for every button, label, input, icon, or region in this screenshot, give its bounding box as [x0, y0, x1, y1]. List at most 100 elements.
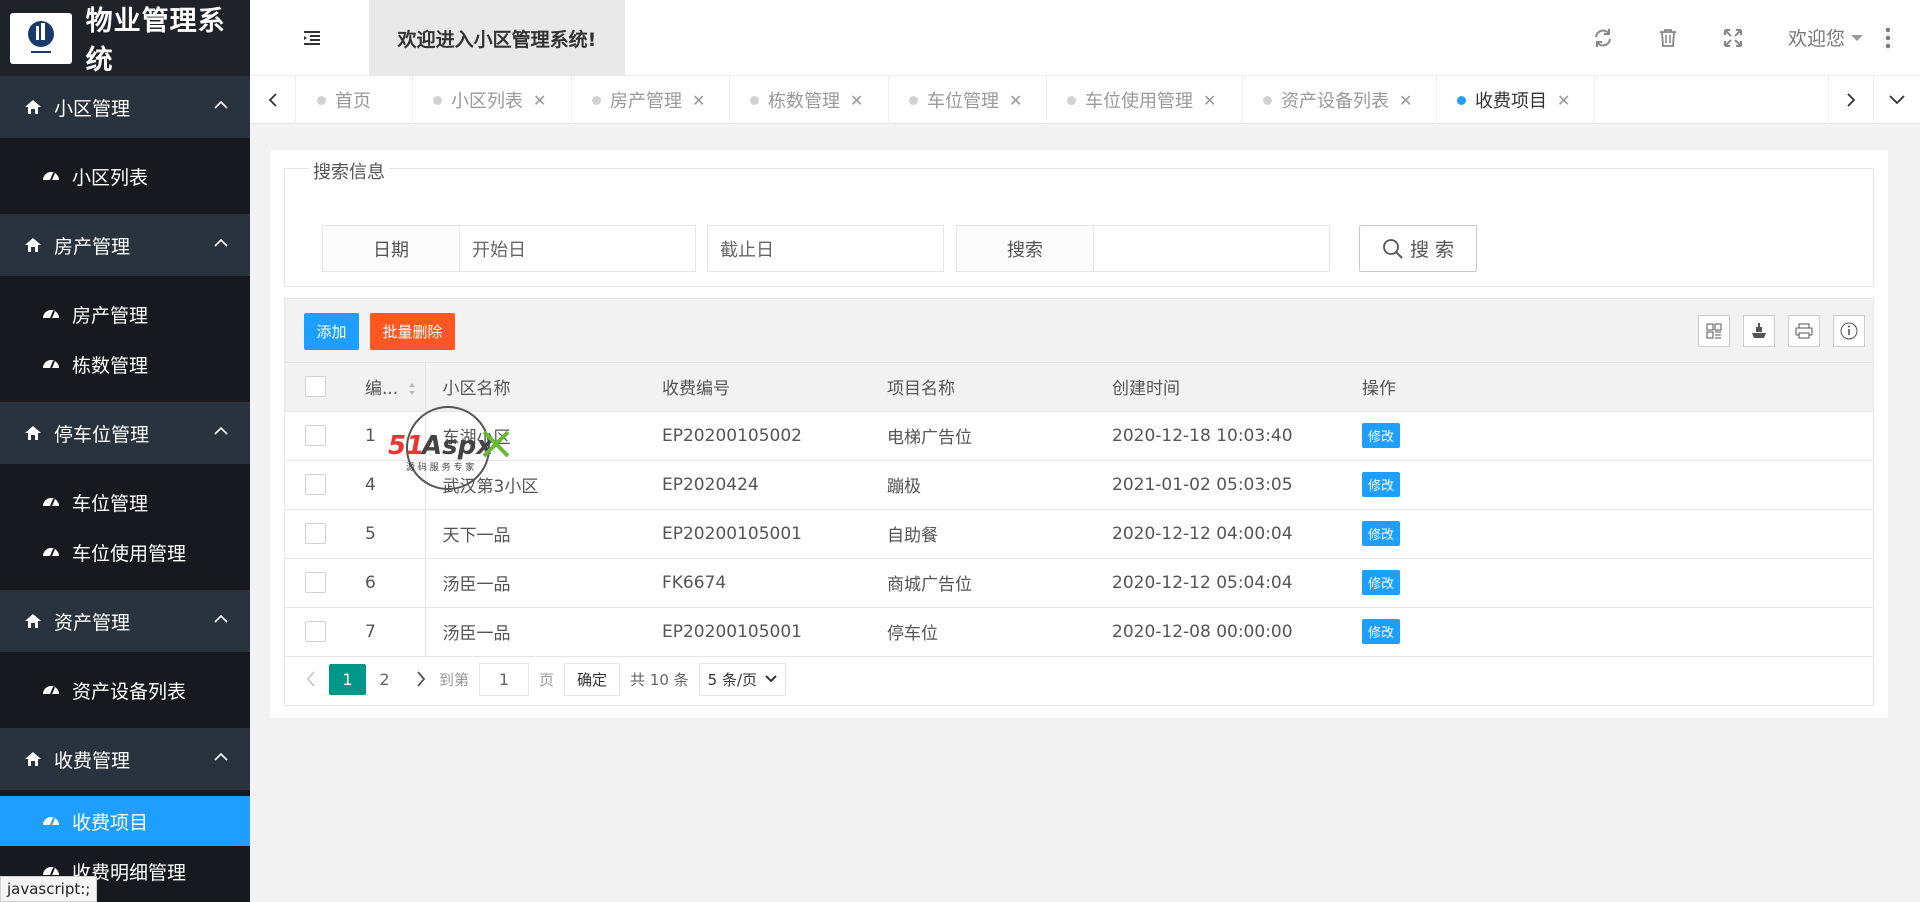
sidebar-item-buildings[interactable]: 栋数管理	[0, 339, 250, 389]
cell-time: 2021-01-02 05:03:05	[1100, 460, 1350, 510]
goto-page-input[interactable]: 1	[479, 662, 530, 696]
close-icon[interactable]: ✕	[850, 91, 863, 110]
start-date-input[interactable]: 开始日	[459, 225, 696, 272]
page-size-select[interactable]: 5 条/页	[698, 662, 787, 696]
row-checkbox[interactable]	[305, 474, 326, 495]
search-icon	[1383, 238, 1403, 259]
export-icon[interactable]	[1743, 315, 1775, 347]
sidebar-item-community-list[interactable]: 小区列表	[0, 151, 250, 201]
submenu-community: 小区列表	[0, 138, 250, 214]
tab-dot	[433, 95, 442, 105]
logo-area: 物业管理系统	[0, 0, 250, 76]
tab-buildings[interactable]: 栋数管理 ✕	[730, 76, 889, 124]
tabs-prev-button[interactable]	[250, 76, 296, 124]
end-date-input[interactable]: 截止日	[707, 225, 944, 272]
menu-group-parking[interactable]: 停车位管理	[0, 402, 250, 464]
close-icon[interactable]: ✕	[1557, 91, 1570, 110]
tab-fee-items[interactable]: 收费项目 ✕	[1437, 76, 1595, 124]
chevron-up-icon	[214, 614, 228, 623]
table-header-row: 编... 小区名称 收费编号 项目名称 创建时间 操作	[285, 363, 1873, 412]
cell-code: FK6674	[650, 558, 875, 608]
menu-group-assets[interactable]: 资产管理	[0, 590, 250, 652]
search-button[interactable]: 搜 索	[1359, 225, 1477, 272]
tab-property[interactable]: 房产管理 ✕	[572, 76, 730, 124]
close-icon[interactable]: ✕	[1009, 91, 1022, 110]
sort-icon[interactable]	[408, 382, 416, 396]
trash-icon[interactable]	[1657, 27, 1679, 49]
tab-parking-spaces[interactable]: 车位管理 ✕	[889, 76, 1047, 124]
close-icon[interactable]: ✕	[1399, 91, 1412, 110]
menu-group-property[interactable]: 房产管理	[0, 214, 250, 276]
tab-dot	[909, 95, 918, 105]
close-icon[interactable]: ✕	[533, 91, 546, 110]
tab-home[interactable]: 首页	[297, 76, 413, 124]
pagination: 1 2 到第 1 页 确定 共 10 条 5 条/页	[285, 653, 1873, 705]
header-id[interactable]: 编...	[365, 363, 426, 412]
menu-group-fees[interactable]: 收费管理	[0, 728, 250, 790]
row-checkbox[interactable]	[305, 425, 326, 446]
cell-id: 6	[365, 558, 426, 608]
page-unit: 页	[539, 670, 555, 689]
chevron-left-icon	[268, 93, 277, 107]
row-checkbox[interactable]	[305, 621, 326, 642]
goto-label: 到第	[439, 670, 470, 689]
tabs-next-button[interactable]	[1828, 76, 1874, 124]
header-item: 项目名称	[875, 363, 1100, 412]
main-content: 搜索信息 日期 开始日 截止日 搜索 搜 索 添加 批量删除 编... 小区名称…	[270, 150, 1888, 718]
table-toolbar: 添加 批量删除	[285, 299, 1873, 363]
page-2-button[interactable]: 2	[366, 664, 403, 695]
fullscreen-icon[interactable]	[1722, 27, 1744, 49]
goto-confirm-button[interactable]: 确定	[564, 662, 621, 696]
sidebar-item-fee-items[interactable]: 收费项目	[0, 796, 250, 846]
tab-parking-usage[interactable]: 车位使用管理 ✕	[1047, 76, 1243, 124]
sidebar-item-property[interactable]: 房产管理	[0, 289, 250, 339]
cell-community: 武汉第3小区	[425, 460, 650, 510]
prev-page-icon[interactable]	[301, 669, 321, 689]
edit-button[interactable]: 修改	[1362, 521, 1401, 546]
menu-group-label: 资产管理	[54, 611, 131, 634]
cell-time: 2020-12-08 00:00:00	[1100, 607, 1350, 657]
row-checkbox[interactable]	[305, 572, 326, 593]
edit-button[interactable]: 修改	[1362, 423, 1401, 448]
keyword-label: 搜索	[956, 225, 1094, 272]
tab-asset-list[interactable]: 资产设备列表 ✕	[1243, 76, 1437, 124]
home-icon	[25, 426, 41, 440]
select-all-checkbox[interactable]	[305, 376, 326, 398]
menu-group-label: 收费管理	[54, 749, 131, 772]
refresh-icon[interactable]	[1592, 27, 1614, 49]
batch-delete-button[interactable]: 批量删除	[370, 313, 455, 350]
tab-community-list[interactable]: 小区列表 ✕	[413, 76, 572, 124]
tabs-dropdown-button[interactable]	[1874, 76, 1920, 124]
cell-community: 汤臣一品	[425, 607, 650, 657]
fee-items-table: 编... 小区名称 收费编号 项目名称 创建时间 操作 1 东湖小区 EP202…	[285, 363, 1873, 657]
print-icon[interactable]	[1788, 315, 1820, 347]
column-filter-icon[interactable]	[1698, 315, 1730, 347]
cell-item: 商城广告位	[875, 558, 1100, 608]
sidebar-item-parking-spaces[interactable]: 车位管理	[0, 477, 250, 527]
sidebar-item-asset-list[interactable]: 资产设备列表	[0, 665, 250, 715]
cell-community: 汤臣一品	[425, 558, 650, 608]
menu-fold-icon[interactable]	[302, 28, 322, 48]
table-row: 7 汤臣一品 EP20200105001 停车位 2020-12-08 00:0…	[285, 607, 1873, 657]
cell-id: 5	[365, 509, 426, 559]
next-page-icon[interactable]	[411, 669, 431, 689]
welcome-tab[interactable]: 欢迎进入小区管理系统!	[369, 0, 625, 76]
cell-id: 7	[365, 607, 426, 657]
add-button[interactable]: 添加	[304, 313, 359, 350]
user-menu[interactable]: 欢迎您	[1788, 24, 1865, 51]
tab-dot	[1263, 95, 1272, 105]
edit-button[interactable]: 修改	[1362, 619, 1401, 644]
close-icon[interactable]: ✕	[1203, 91, 1216, 110]
row-checkbox[interactable]	[305, 523, 326, 544]
more-vertical-icon[interactable]	[1883, 26, 1893, 50]
home-icon	[25, 238, 41, 252]
close-icon[interactable]: ✕	[692, 91, 705, 110]
edit-button[interactable]: 修改	[1362, 472, 1401, 497]
info-icon[interactable]	[1833, 315, 1865, 347]
edit-button[interactable]: 修改	[1362, 570, 1401, 595]
page-1-button[interactable]: 1	[329, 663, 366, 695]
menu-group-community[interactable]: 小区管理	[0, 76, 250, 138]
user-greeting: 欢迎您	[1788, 28, 1846, 50]
sidebar-item-parking-usage[interactable]: 车位使用管理	[0, 527, 250, 577]
keyword-input[interactable]	[1093, 225, 1330, 272]
